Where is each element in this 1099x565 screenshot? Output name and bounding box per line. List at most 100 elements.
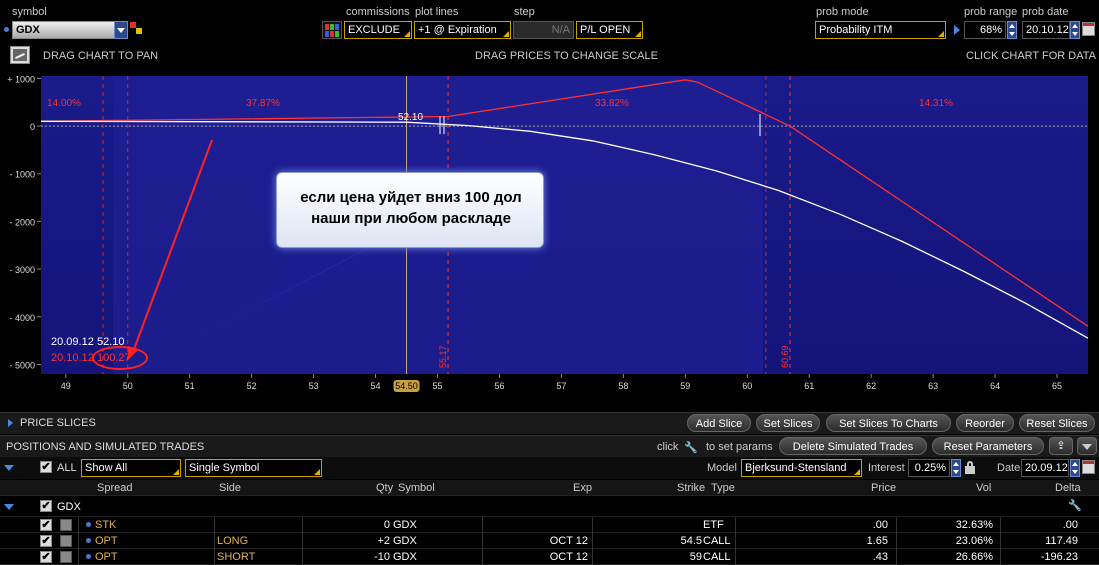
delete-simulated-trades-button[interactable]: Delete Simulated Trades — [779, 437, 927, 455]
cell-exp: OCT 12 — [549, 551, 588, 563]
column-divider — [1000, 533, 1001, 549]
cell-qty: -10 — [374, 551, 390, 563]
reset-parameters-button[interactable]: Reset Parameters — [932, 437, 1044, 455]
column-divider — [214, 549, 215, 565]
cell-strike: 54.5 — [680, 535, 702, 547]
row-link-dot — [86, 538, 91, 543]
column-divider — [735, 517, 736, 533]
cell-qty: 0 — [383, 519, 390, 531]
cell-side: LONG — [217, 535, 249, 547]
export-icon[interactable]: ⇪ — [1049, 437, 1073, 455]
price-slices-title: PRICE SLICES — [20, 417, 96, 429]
col-delta[interactable]: Delta — [1055, 480, 1081, 496]
cell-delta: .00 — [1062, 519, 1078, 531]
column-divider — [482, 533, 483, 549]
cell-qty: +2 — [377, 535, 390, 547]
date-stepper[interactable] — [1070, 459, 1080, 477]
column-divider — [896, 533, 897, 549]
table-row[interactable]: ✔ OPT LONG +2 GDX OCT 12 54.5 CALL 1.65 23.06% 117… — [0, 533, 1099, 549]
col-spread[interactable]: Spread — [97, 480, 132, 496]
column-divider — [78, 517, 79, 533]
expand-icon[interactable] — [8, 419, 13, 427]
red-arrow — [132, 139, 213, 353]
annotation-line-1: если цена уйдет вниз 100 дол — [300, 189, 522, 206]
column-divider — [214, 533, 215, 549]
col-vol[interactable]: Vol — [976, 480, 991, 496]
lock-icon[interactable] — [965, 461, 975, 474]
date-input[interactable]: 20.09.12 — [1021, 459, 1069, 477]
interest-input[interactable]: 0.25% — [908, 459, 950, 477]
model-select[interactable]: Bjerksund-Stensland — [741, 459, 862, 477]
group-symbol: GDX — [57, 501, 81, 513]
cell-vol: 26.66% — [955, 551, 993, 563]
collapse-button[interactable] — [1077, 437, 1097, 455]
cell-symbol: GDX — [393, 519, 417, 531]
column-divider — [592, 517, 593, 533]
column-divider — [592, 549, 593, 565]
row-sim-checkbox[interactable] — [60, 535, 72, 547]
cell-vol: 23.06% — [955, 535, 993, 547]
column-divider — [1000, 517, 1001, 533]
symbol-mode-select[interactable]: Single Symbol — [185, 459, 322, 477]
column-divider — [896, 549, 897, 565]
col-symbol[interactable]: Symbol — [398, 480, 435, 496]
cell-spread: OPT — [95, 551, 118, 563]
model-label: Model — [707, 462, 737, 474]
col-side[interactable]: Side — [219, 480, 241, 496]
annotation-arrows — [128, 139, 392, 362]
table-header: Spread Side Qty Symbol Exp Strike Type P… — [0, 480, 1099, 496]
group-row[interactable]: ✔ GDX 🔧 — [0, 497, 1099, 517]
column-divider — [482, 517, 483, 533]
column-divider — [896, 517, 897, 533]
col-exp[interactable]: Exp — [573, 480, 592, 496]
reorder-button[interactable]: Reorder — [956, 414, 1014, 432]
column-divider — [302, 533, 303, 549]
col-strike[interactable]: Strike — [677, 480, 705, 496]
add-slice-button[interactable]: Add Slice — [687, 414, 751, 432]
cell-exp: OCT 12 — [549, 535, 588, 547]
cell-symbol: GDX — [393, 535, 417, 547]
red-arrow-head — [128, 346, 138, 360]
column-divider — [78, 533, 79, 549]
col-type[interactable]: Type — [711, 480, 735, 496]
column-divider — [302, 549, 303, 565]
col-price[interactable]: Price — [871, 480, 896, 496]
click-hint-pre: click — [657, 441, 679, 453]
interest-stepper[interactable] — [951, 459, 961, 477]
set-slices-button[interactable]: Set Slices — [756, 414, 820, 432]
cell-price: .43 — [872, 551, 888, 563]
cell-spread: OPT — [95, 535, 118, 547]
column-divider — [78, 549, 79, 565]
group-collapse-icon[interactable] — [4, 504, 14, 510]
collapse-all-icon[interactable] — [4, 465, 14, 471]
cell-strike: 59 — [689, 551, 702, 563]
row-link-dot — [86, 522, 91, 527]
col-qty[interactable]: Qty — [376, 480, 393, 496]
row-sim-checkbox[interactable] — [60, 551, 72, 563]
interest-label: Interest — [868, 462, 905, 474]
cell-vol: 32.63% — [955, 519, 993, 531]
column-divider — [592, 533, 593, 549]
annotation-line-2: наши при любом раскладе — [311, 210, 511, 227]
table-row[interactable]: ✔ OPT SHORT -10 GDX OCT 12 59 CALL .43 26.66% -196… — [0, 549, 1099, 565]
row-sim-checkbox[interactable] — [60, 519, 72, 531]
group-wrench-icon[interactable]: 🔧 — [1068, 498, 1082, 514]
cell-type: CALL — [703, 535, 731, 547]
calendar-icon[interactable] — [1082, 460, 1095, 474]
reset-slices-button[interactable]: Reset Slices — [1019, 414, 1095, 432]
column-divider — [735, 533, 736, 549]
row-checkbox[interactable]: ✔ — [40, 551, 52, 563]
row-checkbox[interactable]: ✔ — [40, 535, 52, 547]
group-checkbox[interactable]: ✔ — [40, 500, 52, 512]
show-filter-select[interactable]: Show All — [81, 459, 181, 477]
cell-price: 1.65 — [866, 535, 888, 547]
set-slices-to-charts-button[interactable]: Set Slices To Charts — [826, 414, 951, 432]
cell-type: CALL — [703, 551, 731, 563]
column-divider — [214, 517, 215, 533]
cell-price: .00 — [872, 519, 888, 531]
annotation-callout: если цена уйдет вниз 100 дол наши при лю… — [276, 172, 544, 248]
row-checkbox[interactable]: ✔ — [40, 519, 52, 531]
all-checkbox[interactable]: ✔ — [40, 461, 52, 473]
cell-side: SHORT — [217, 551, 256, 563]
table-row[interactable]: ✔ STK 0 GDX ETF .00 32.63% .00 — [0, 517, 1099, 533]
